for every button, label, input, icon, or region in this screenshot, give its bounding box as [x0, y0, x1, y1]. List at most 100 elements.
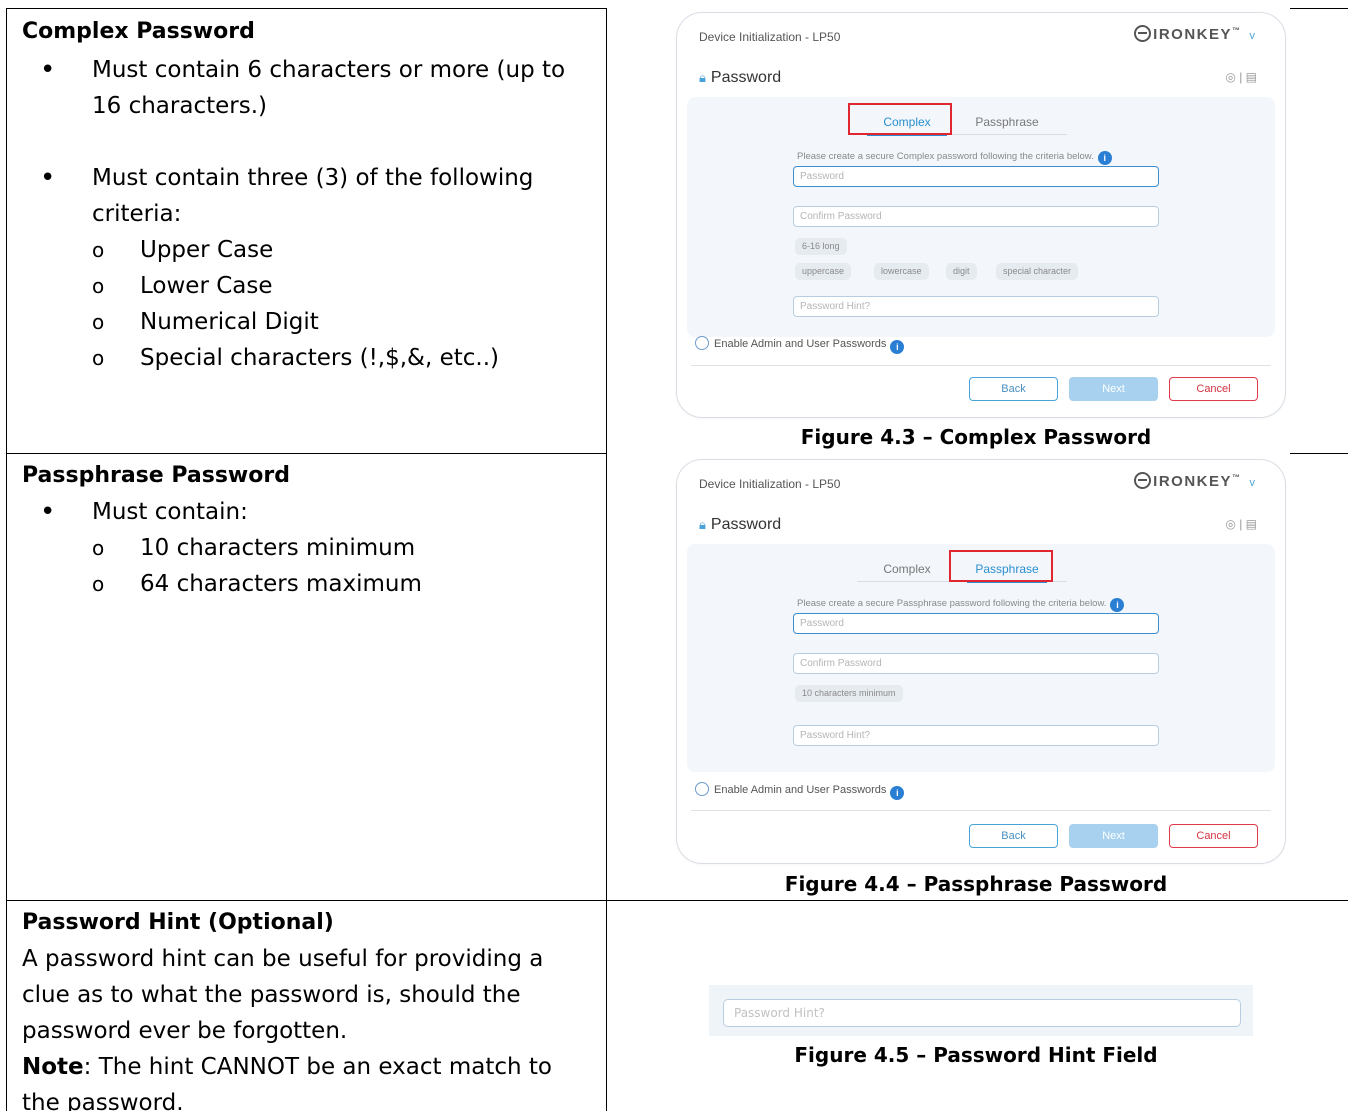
requirement-chip-lowercase: lowercase [874, 263, 929, 280]
password-input[interactable]: Password [793, 613, 1159, 634]
criteria-sublist: Upper Case Lower Case Numerical Digit Sp… [92, 232, 592, 376]
table-rule-top-right [1290, 8, 1348, 9]
sub-list-item: 64 characters maximum [92, 566, 592, 602]
criteria-instruction: Please create a secure Complex password … [797, 151, 1112, 165]
complex-password-cell: Complex Password Must contain 6 characte… [22, 14, 592, 376]
password-section-header: 🔒︎ Password [699, 69, 781, 87]
brand-name: IRONKEY [1153, 473, 1232, 490]
passphrase-bullets: Must contain: 10 characters minimum 64 c… [22, 494, 592, 602]
window-title: Device Initialization - LP50 [699, 477, 841, 491]
criteria-text: Please create a secure Passphrase passwo… [797, 598, 1107, 609]
table-rule-top [6, 8, 606, 9]
table-rule-row2 [6, 900, 1348, 901]
passphrase-password-cell: Passphrase Password Must contain: 10 cha… [22, 458, 592, 602]
bullet-criteria-text: Must contain three (3) of the following … [92, 165, 534, 227]
password-hint-paragraph: A password hint can be useful for provid… [22, 946, 544, 1044]
lock-icon: 🔒︎ [699, 70, 706, 85]
password-hint-input[interactable]: Password Hint? [793, 725, 1159, 746]
password-hint-cell: Password Hint (Optional) A password hint… [22, 905, 592, 1111]
password-input[interactable]: Password [793, 166, 1159, 187]
header-tools: ◎ | ▤ [1225, 517, 1257, 531]
highlight-box [949, 550, 1053, 582]
brand-logo: IRONKEY™ v [1134, 25, 1255, 43]
requirement-chip-special: special character [996, 263, 1079, 280]
checkbox[interactable] [695, 336, 709, 350]
figure-caption: Figure 4.4 – Passphrase Password [784, 872, 1168, 896]
back-button[interactable]: Back [969, 377, 1058, 401]
passphrase-password-title: Passphrase Password [22, 463, 290, 488]
sub-list-item: Lower Case [92, 268, 592, 304]
brand-trademark: ™ [1232, 473, 1242, 482]
password-hint-title: Password Hint (Optional) [22, 910, 334, 935]
tab-complex[interactable]: Complex [857, 556, 957, 582]
divider [691, 365, 1271, 366]
confirm-password-input[interactable]: Confirm Password [793, 206, 1159, 227]
requirement-chip-uppercase: uppercase [795, 263, 852, 280]
complex-password-bullets: Must contain 6 characters or more (up to… [22, 52, 592, 376]
eye-icon[interactable]: ◎ [1225, 70, 1235, 84]
password-hint-input[interactable]: Password Hint? [723, 999, 1241, 1027]
list-item: Must contain: 10 characters minimum 64 c… [22, 494, 592, 602]
confirm-password-input[interactable]: Confirm Password [793, 653, 1159, 674]
password-panel: Complex Passphrase Please create a secur… [687, 544, 1275, 772]
info-icon[interactable]: i [890, 340, 905, 354]
enable-admin-label: Enable Admin and User Passwords [714, 784, 887, 796]
password-section-header: 🔒︎ Password [699, 516, 781, 534]
info-icon[interactable]: i [890, 786, 905, 800]
tab-passphrase[interactable]: Passphrase [957, 109, 1057, 135]
ironkey-logo-icon [1134, 472, 1152, 489]
requirement-chip-length: 6-16 long [795, 238, 847, 255]
cancel-button[interactable]: Cancel [1169, 824, 1258, 848]
next-button[interactable]: Next [1069, 824, 1158, 848]
enable-admin-option[interactable]: Enable Admin and User Passwords i [695, 336, 905, 354]
table-rule-row1-right [1290, 453, 1348, 454]
table-rule-left [6, 8, 7, 1111]
complex-password-title: Complex Password [22, 19, 255, 44]
next-button[interactable]: Next [1069, 377, 1158, 401]
requirement-chip-digit: digit [946, 263, 977, 280]
window-title: Device Initialization - LP50 [699, 30, 841, 44]
document-page: Complex Password Must contain 6 characte… [0, 0, 1354, 1111]
criteria-instruction: Please create a secure Passphrase passwo… [797, 598, 1125, 612]
brand-trademark: ™ [1232, 26, 1242, 35]
sub-list-item: Special characters (!,$,&, etc..) [92, 340, 592, 376]
passphrase-dialog-screenshot: Device Initialization - LP50 IRONKEY™ v 🔒… [676, 459, 1286, 864]
password-hint-input[interactable]: Password Hint? [793, 296, 1159, 317]
password-panel: Complex Passphrase Please create a secur… [687, 97, 1275, 337]
enable-admin-label: Enable Admin and User Passwords [714, 338, 887, 350]
cancel-button[interactable]: Cancel [1169, 377, 1258, 401]
back-button[interactable]: Back [969, 824, 1058, 848]
password-hint-note: Note: The hint CANNOT be an exact match … [22, 1049, 592, 1111]
checkbox[interactable] [695, 782, 709, 796]
lock-icon: 🔒︎ [699, 517, 706, 532]
requirement-chip-minimum: 10 characters minimum [795, 685, 903, 702]
divider [691, 810, 1271, 811]
header-tools: ◎ | ▤ [1225, 70, 1257, 84]
table-rule-row1 [6, 453, 606, 454]
note-text: : The hint CANNOT be an exact match to t… [22, 1054, 552, 1111]
bullet-must-contain: Must contain: [92, 499, 248, 525]
list-item: Must contain three (3) of the following … [22, 160, 592, 376]
enable-admin-option[interactable]: Enable Admin and User Passwords i [695, 782, 905, 800]
keyboard-icon[interactable]: ▤ [1246, 70, 1257, 84]
list-item: Must contain 6 characters or more (up to… [22, 52, 592, 124]
chevron-down-icon[interactable]: v [1250, 30, 1256, 42]
figure-caption: Figure 4.5 – Password Hint Field [794, 1043, 1158, 1067]
sub-list-item: Upper Case [92, 232, 592, 268]
brand-name: IRONKEY [1153, 26, 1232, 43]
complex-dialog-screenshot: Device Initialization - LP50 IRONKEY™ v 🔒… [676, 12, 1286, 418]
ironkey-logo-icon [1134, 25, 1152, 42]
password-section-label: Password [710, 69, 782, 86]
info-icon[interactable]: i [1110, 598, 1125, 612]
eye-icon[interactable]: ◎ [1225, 517, 1235, 531]
info-icon[interactable]: i [1097, 151, 1112, 165]
passphrase-sublist: 10 characters minimum 64 characters maxi… [92, 530, 592, 602]
keyboard-icon[interactable]: ▤ [1246, 517, 1257, 531]
bullet-length-text: Must contain 6 characters or more (up to… [92, 57, 566, 119]
password-section-label: Password [710, 516, 782, 533]
note-label: Note [22, 1054, 84, 1080]
sub-list-item: 10 characters minimum [92, 530, 592, 566]
highlight-box [848, 103, 952, 135]
chevron-down-icon[interactable]: v [1250, 477, 1256, 489]
criteria-text: Please create a secure Complex password … [797, 151, 1094, 162]
